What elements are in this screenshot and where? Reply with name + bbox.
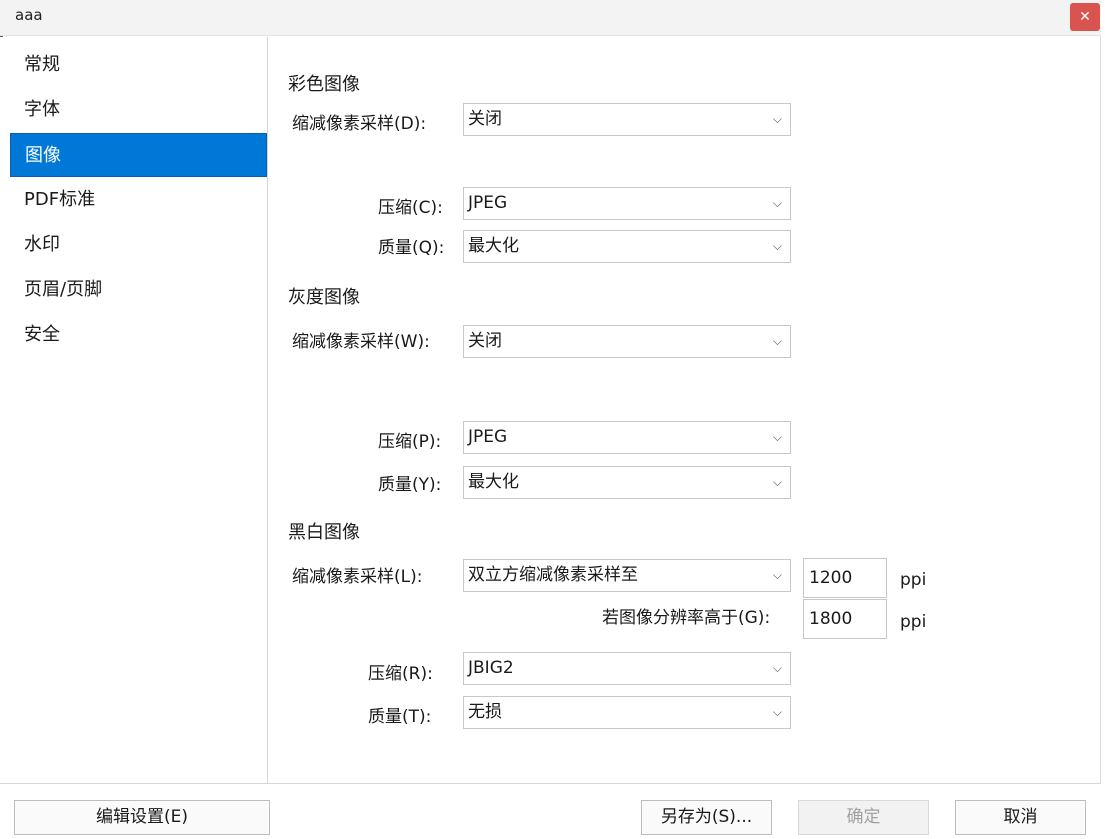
chevron-down-icon: ⌵	[772, 568, 782, 582]
sidebar-item-images[interactable]: 图像	[10, 133, 267, 177]
color-quality-value: 最大化	[468, 236, 519, 256]
color-downsample-select[interactable]: 关闭 ⌵	[463, 103, 791, 136]
mono-quality-value: 无损	[468, 702, 502, 722]
mono-compress-value: JBIG2	[468, 658, 514, 678]
color-compress-select[interactable]: JPEG ⌵	[463, 187, 791, 220]
chevron-down-icon: ⌵	[772, 196, 782, 210]
gray-compress-label: 压缩(P):	[378, 432, 442, 452]
mono-resolution-unit: ppi	[900, 570, 927, 590]
gray-downsample-select[interactable]: 关闭 ⌵	[463, 325, 791, 358]
sidebar-item-security[interactable]: 安全	[10, 313, 267, 357]
title-bar: aaa ✕	[0, 0, 1101, 36]
window-title: aaa	[15, 6, 43, 24]
settings-sidebar: 常规 字体 图像 PDF标准 水印 页眉/页脚 安全	[0, 37, 268, 783]
ok-button[interactable]: 确定	[798, 800, 929, 835]
dialog-footer: 编辑设置(E) 另存为(S)... 确定 取消	[0, 783, 1101, 839]
gray-compress-select[interactable]: JPEG ⌵	[463, 421, 791, 454]
sidebar-item-pdf-standard[interactable]: PDF标准	[10, 178, 267, 222]
mono-image-section-title: 黑白图像	[288, 522, 360, 543]
mono-compress-label: 压缩(R):	[368, 664, 433, 684]
chevron-down-icon: ⌵	[772, 475, 782, 489]
chevron-down-icon: ⌵	[772, 430, 782, 444]
mono-compress-select[interactable]: JBIG2 ⌵	[463, 652, 791, 685]
gray-image-section-title: 灰度图像	[288, 287, 360, 308]
mono-downsample-value: 双立方缩减像素采样至	[468, 565, 638, 585]
mono-downsample-select[interactable]: 双立方缩减像素采样至 ⌵	[463, 559, 791, 592]
sidebar-item-general[interactable]: 常规	[10, 43, 267, 87]
mono-quality-select[interactable]: 无损 ⌵	[463, 696, 791, 729]
gray-downsample-value: 关闭	[468, 331, 502, 351]
mono-resolution-input[interactable]: 1200	[803, 558, 887, 598]
color-downsample-label: 缩减像素采样(D):	[292, 114, 427, 134]
chevron-down-icon: ⌵	[772, 705, 782, 719]
color-quality-select[interactable]: 最大化 ⌵	[463, 230, 791, 263]
sidebar-item-fonts[interactable]: 字体	[10, 88, 267, 132]
color-quality-label: 质量(Q):	[378, 238, 445, 258]
gray-compress-value: JPEG	[468, 427, 508, 447]
edit-settings-button[interactable]: 编辑设置(E)	[14, 800, 270, 835]
mono-downsample-label: 缩减像素采样(L):	[292, 567, 423, 587]
color-image-section-title: 彩色图像	[288, 74, 360, 95]
mono-threshold-label: 若图像分辨率高于(G):	[602, 608, 771, 628]
close-icon: ✕	[1079, 9, 1091, 25]
gray-quality-select[interactable]: 最大化 ⌵	[463, 466, 791, 499]
mono-threshold-input[interactable]: 1800	[803, 599, 887, 639]
color-downsample-value: 关闭	[468, 109, 502, 129]
chevron-down-icon: ⌵	[772, 334, 782, 348]
cancel-button[interactable]: 取消	[955, 800, 1086, 835]
gray-downsample-label: 缩减像素采样(W):	[292, 332, 430, 352]
save-as-button[interactable]: 另存为(S)...	[641, 800, 772, 835]
sidebar-item-watermark[interactable]: 水印	[10, 223, 267, 267]
mono-quality-label: 质量(T):	[368, 707, 432, 727]
chevron-down-icon: ⌵	[772, 112, 782, 126]
chevron-down-icon: ⌵	[772, 661, 782, 675]
pdf-settings-dialog: aaa ✕ 常规 字体 图像 PDF标准 水印 页眉/页脚 安全 彩色图像 缩减…	[0, 0, 1101, 839]
gray-quality-value: 最大化	[468, 472, 519, 492]
sidebar-item-header-footer[interactable]: 页眉/页脚	[10, 268, 267, 312]
mono-threshold-unit: ppi	[900, 612, 927, 632]
close-button[interactable]: ✕	[1070, 3, 1100, 31]
gray-quality-label: 质量(Y):	[378, 475, 442, 495]
color-compress-value: JPEG	[468, 193, 508, 213]
color-compress-label: 压缩(C):	[378, 198, 443, 218]
chevron-down-icon: ⌵	[772, 239, 782, 253]
